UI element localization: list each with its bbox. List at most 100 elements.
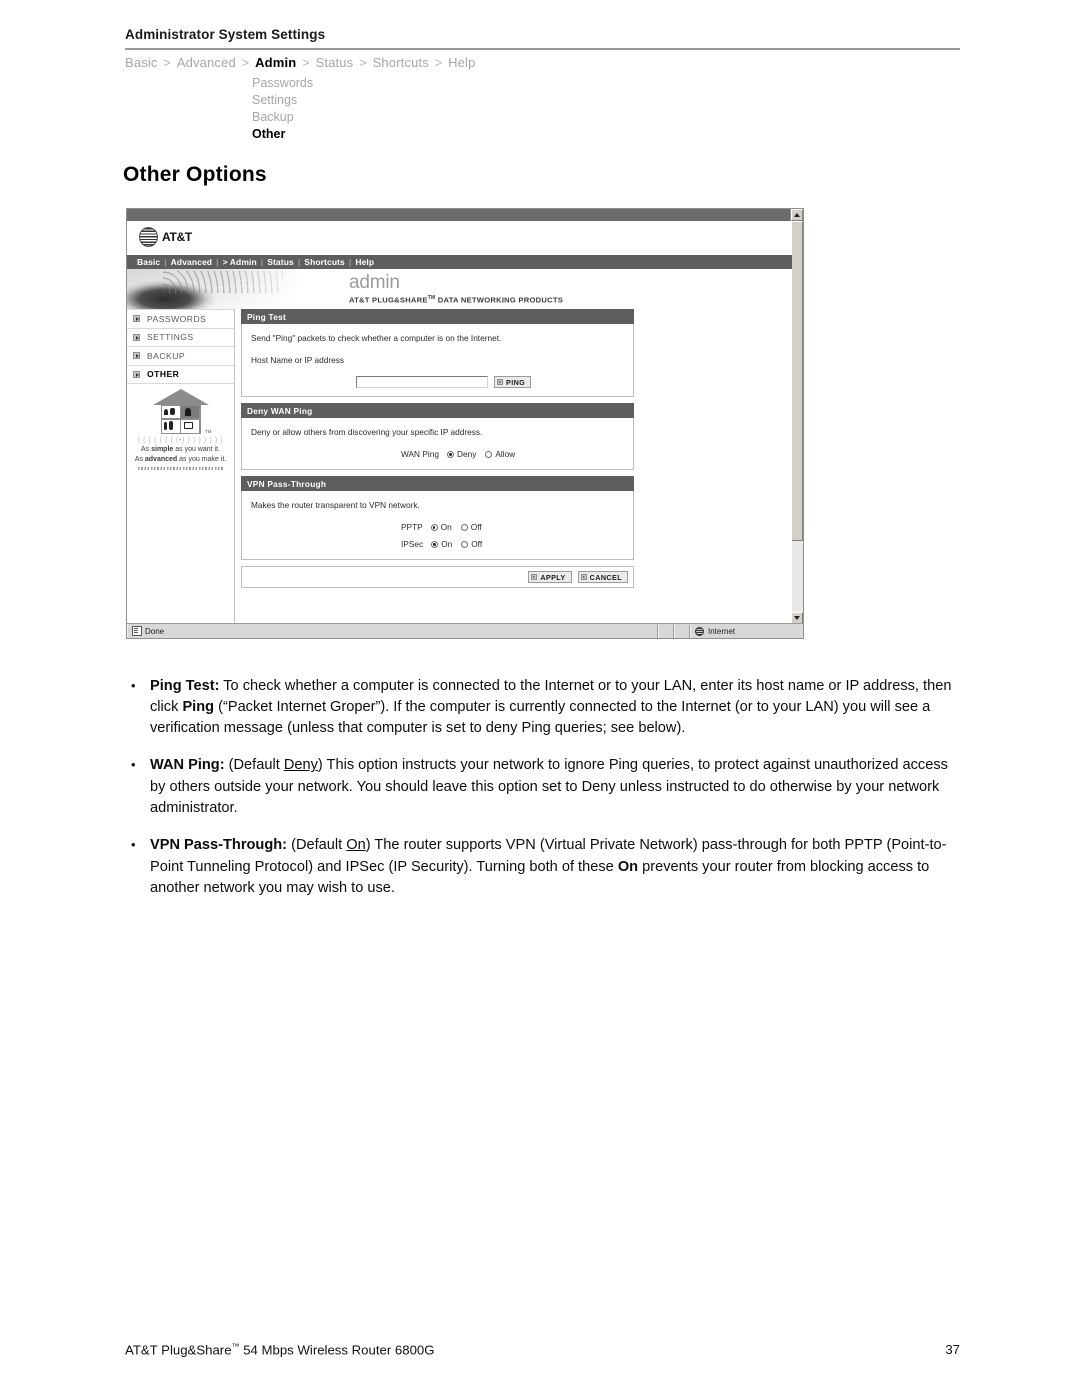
- pptp-option-off[interactable]: Off: [460, 521, 482, 534]
- footer-product-name: AT&T Plug&Share: [125, 1342, 232, 1358]
- house-figure-c: [185, 407, 192, 416]
- admin-banner: admin AT&T PLUG&SHARETM DATA NETWORKING …: [127, 269, 792, 309]
- router-nav-item-shortcuts[interactable]: Shortcuts: [300, 257, 349, 267]
- router-nav-bar[interactable]: Basic | Advanced | > Admin | Status | Shortcuts |…: [127, 255, 792, 269]
- router-nav-item-admin[interactable]: > Admin: [219, 257, 261, 267]
- status-segment-spacer-2: [674, 624, 690, 638]
- banner-title: admin: [349, 272, 400, 293]
- wan-ping-option-deny[interactable]: Deny: [446, 448, 476, 461]
- sidebar-item-label: PASSWORDS: [147, 313, 207, 324]
- plugshare-promo: TM ( ( ( ( ( ( ( (•) ) ) ) ) ) ) ) As si…: [127, 389, 234, 470]
- router-content: Ping Test Send "Ping" packets to check w…: [235, 309, 792, 624]
- radio-ipsec-on-label: On: [441, 539, 453, 549]
- footer-product: AT&T Plug&Share™ 54 Mbps Wireless Router…: [125, 1342, 435, 1357]
- pptp-option-on[interactable]: On: [430, 521, 452, 534]
- sidebar-item-label: SETTINGS: [147, 332, 194, 343]
- breadcrumb-separator: >: [430, 55, 447, 70]
- subnav-list: Passwords Settings Backup Other: [252, 75, 313, 143]
- option-description-2: WAN Ping: (Default Deny) This option ins…: [123, 754, 963, 819]
- radio-pptp-off[interactable]: [460, 524, 468, 531]
- subnav-item-passwords[interactable]: Passwords: [252, 75, 313, 92]
- option-descriptions: Ping Test: To check whether a computer i…: [123, 661, 963, 915]
- arrow-icon: [497, 379, 503, 385]
- scroll-up-button[interactable]: [791, 209, 803, 221]
- pptp-label: PPTP: [401, 522, 423, 532]
- scrollbar-track[interactable]: [791, 221, 803, 612]
- deny-wan-ping-description: Deny or allow others from discovering yo…: [251, 427, 483, 437]
- router-admin-screenshot: AT&T Basic | Advanced | > Admin | Status | Short…: [126, 208, 804, 639]
- house-monitor-icon: [184, 421, 194, 429]
- router-nav-item-help[interactable]: Help: [351, 257, 378, 267]
- radio-pptp-off-label: Off: [470, 522, 482, 532]
- ipsec-option-off[interactable]: Off: [461, 538, 482, 551]
- subnav-item-settings[interactable]: Settings: [252, 92, 313, 109]
- banner-fade: [227, 269, 337, 309]
- wan-ping-option-allow[interactable]: Allow: [485, 448, 515, 461]
- breadcrumb-separator: >: [298, 55, 314, 70]
- apply-button[interactable]: APPLY: [528, 571, 572, 583]
- house-figure-a: [164, 408, 168, 415]
- arrow-icon: [531, 574, 538, 580]
- house-roof: [152, 389, 209, 405]
- sidebar-item-other[interactable]: OTHER: [127, 366, 234, 384]
- cancel-button-label: CANCEL: [589, 572, 622, 582]
- subnav-item-other[interactable]: Other: [252, 126, 313, 143]
- globe-icon: [695, 626, 704, 636]
- panel-deny-wan-ping-title: Deny WAN Ping: [241, 403, 634, 418]
- brand-row: AT&T: [127, 221, 792, 255]
- cancel-button[interactable]: CANCEL: [577, 571, 628, 583]
- apply-button-label: APPLY: [540, 572, 566, 582]
- tagline-1-pre: As: [140, 446, 152, 453]
- page-footer: AT&T Plug&Share™ 54 Mbps Wireless Router…: [125, 1342, 960, 1357]
- breadcrumb-item-help[interactable]: Help: [448, 55, 475, 70]
- tagline-2-bold: advanced: [144, 455, 178, 463]
- radio-ipsec-on[interactable]: [431, 541, 439, 548]
- subnav-item-backup[interactable]: Backup: [252, 109, 313, 126]
- ping-test-description: Send "Ping" packets to check whether a c…: [251, 333, 502, 343]
- browser-top-strip: [127, 209, 803, 221]
- house-figure-e: [169, 420, 173, 430]
- tagline-1-bold: simple: [151, 446, 174, 453]
- radio-allow-label: Allow: [495, 449, 516, 459]
- brand-name: AT&T: [162, 230, 192, 244]
- option-term: Ping Test:: [150, 677, 220, 694]
- ipsec-option-on[interactable]: On: [431, 538, 452, 551]
- sidebar-item-backup[interactable]: BACKUP: [127, 347, 234, 366]
- vpn-description: Makes the router transparent to VPN netw…: [251, 500, 420, 510]
- chevron-up-icon: [794, 213, 800, 217]
- panel-ping-test-body: Send "Ping" packets to check whether a c…: [242, 324, 633, 396]
- router-nav-item-basic[interactable]: Basic: [133, 257, 164, 267]
- section-heading: Other Options: [123, 163, 267, 186]
- wan-ping-radio-row: WAN Ping Deny Allow: [251, 448, 625, 461]
- breadcrumb-item-advanced[interactable]: Advanced: [177, 55, 236, 70]
- router-nav-item-advanced[interactable]: Advanced: [167, 257, 216, 267]
- panel-ping-test: Ping Test Send "Ping" packets to check w…: [241, 309, 634, 397]
- radio-deny[interactable]: [446, 451, 454, 458]
- breadcrumb-separator: >: [159, 55, 175, 70]
- panel-ping-test-title: Ping Test: [241, 309, 634, 324]
- sidebar-item-settings[interactable]: SETTINGS: [127, 329, 234, 347]
- ping-host-input[interactable]: [356, 376, 488, 388]
- breadcrumb-item-basic[interactable]: Basic: [125, 55, 158, 70]
- house-cell-1: [162, 405, 180, 419]
- radio-ipsec-off[interactable]: [461, 541, 469, 548]
- breadcrumb-separator: >: [355, 55, 371, 70]
- breadcrumb-item-admin[interactable]: Admin: [255, 55, 296, 70]
- sidebar-item-passwords[interactable]: PASSWORDS: [127, 309, 234, 329]
- promo-divider: [137, 467, 224, 470]
- radio-pptp-on[interactable]: [430, 524, 438, 531]
- ping-button[interactable]: PING: [494, 376, 532, 388]
- option-description-1: Ping Test: To check whether a computer i…: [123, 675, 963, 740]
- router-nav-item-status[interactable]: Status: [263, 257, 298, 267]
- banner-photo: [127, 269, 337, 309]
- tagline-1-post: as you want it.: [173, 446, 220, 453]
- panel-vpn-pass-through: VPN Pass-Through Makes the router transp…: [241, 476, 634, 560]
- scrollbar-thumb[interactable]: [791, 221, 803, 541]
- panel-vpn-pass-through-body: Makes the router transparent to VPN netw…: [242, 491, 633, 559]
- breadcrumb-item-status[interactable]: Status: [316, 55, 354, 70]
- breadcrumb-item-shortcuts[interactable]: Shortcuts: [373, 55, 429, 70]
- house-cell-2: [181, 405, 199, 419]
- arrow-icon: [133, 370, 140, 378]
- radio-allow[interactable]: [485, 451, 493, 458]
- signal-dots: ( ( ( ( ( ( ( (•) ) ) ) ) ) ) ): [137, 437, 224, 444]
